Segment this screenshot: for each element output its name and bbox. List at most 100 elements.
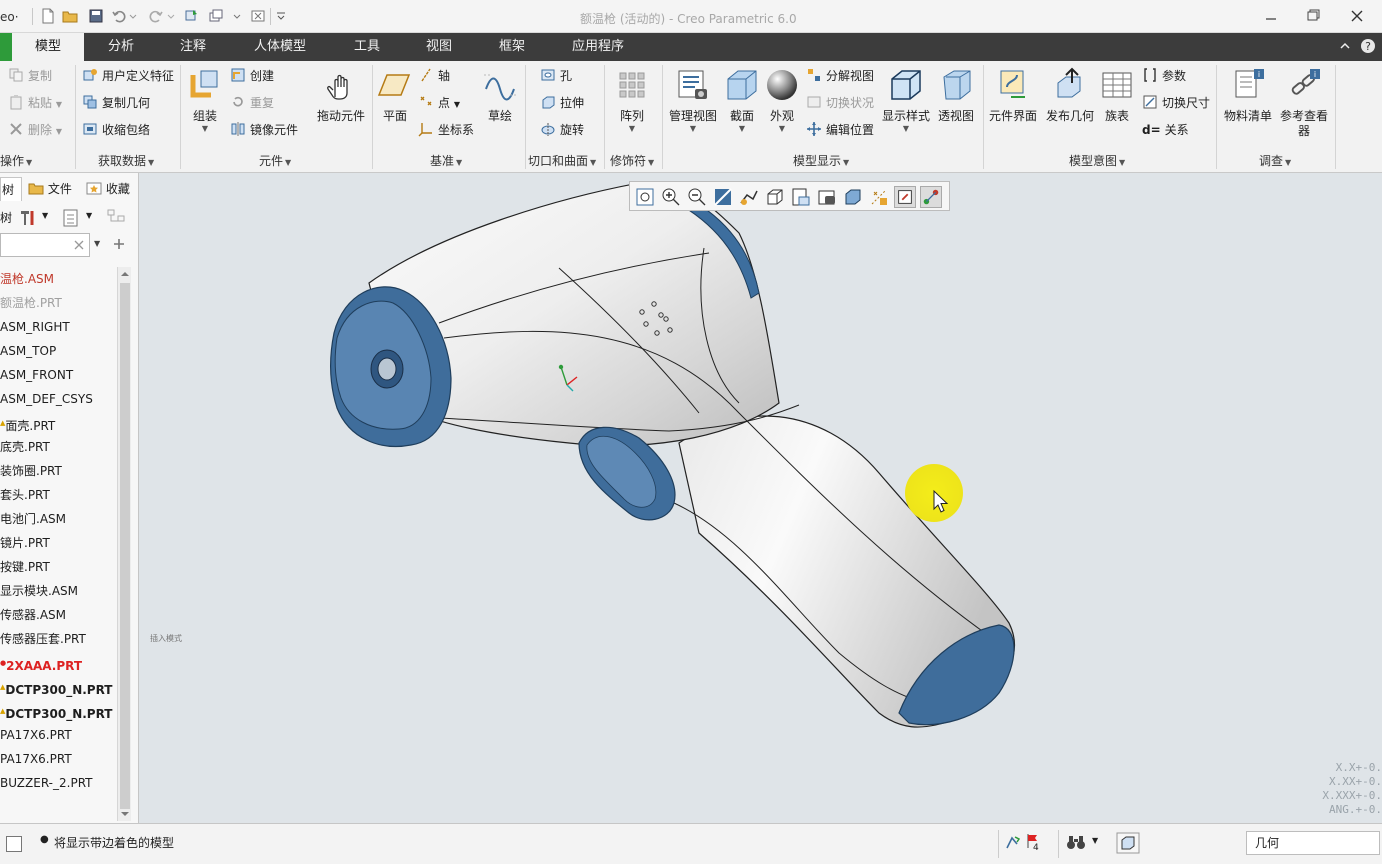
scroll-down-icon[interactable]: [120, 809, 130, 819]
tree-settings-tools-icon[interactable]: [18, 208, 38, 228]
collapse-ribbon-icon[interactable]: [1338, 39, 1352, 53]
tab-manikin[interactable]: 人体模型: [244, 33, 316, 61]
tree-item[interactable]: PA17X6.PRT: [0, 723, 72, 747]
zoom-in-icon[interactable]: [660, 186, 682, 208]
tree-item[interactable]: ▲DCTP300_N.PRT: [0, 675, 112, 699]
relations-button[interactable]: d= 关系: [1142, 119, 1189, 141]
panel-tab-favorites[interactable]: 收藏: [86, 177, 138, 201]
copy-geometry-button[interactable]: 复制几何: [82, 92, 150, 114]
clear-search-icon[interactable]: [73, 239, 85, 251]
tree-item[interactable]: ▲面壳.PRT: [0, 411, 55, 435]
drag-component-button[interactable]: 拖动元件: [312, 65, 370, 149]
revolve-button[interactable]: 旋转: [540, 119, 584, 141]
family-table-button[interactable]: 族表: [1096, 65, 1138, 149]
datum-display-filters-icon[interactable]: [868, 186, 890, 208]
scroll-thumb[interactable]: [120, 283, 130, 809]
extrude-button[interactable]: 拉伸: [540, 92, 584, 114]
annotation-display-icon[interactable]: [920, 186, 942, 208]
hole-button[interactable]: 孔: [540, 65, 572, 87]
mirror-component-button[interactable]: 镜像元件: [230, 119, 298, 141]
regenerate-icon[interactable]: [184, 8, 200, 24]
manage-views-button[interactable]: 管理视图 ▼: [664, 65, 722, 149]
close-window-icon[interactable]: [250, 8, 266, 24]
refit-icon[interactable]: [634, 186, 656, 208]
tree-item[interactable]: ▲DCTP300_N.PRT: [0, 699, 112, 723]
edit-position-button[interactable]: 编辑位置: [806, 119, 874, 141]
group-label-get-data[interactable]: 获取数据 ▼: [98, 152, 154, 169]
redo-dropdown-icon[interactable]: [166, 8, 176, 24]
shrinkwrap-button[interactable]: 收缩包络: [82, 119, 150, 141]
tree-item[interactable]: 传感器.ASM: [0, 603, 66, 627]
regen-manager-icon[interactable]: [1004, 834, 1022, 852]
perspective-button[interactable]: 透视图: [932, 65, 980, 149]
show-dropdown-icon[interactable]: ▼: [86, 211, 92, 220]
display-style-button[interactable]: 显示样式 ▼: [878, 65, 934, 149]
udf-button[interactable]: 用户定义特征: [82, 65, 174, 87]
tree-item[interactable]: ASM_DEF_CSYS: [0, 387, 93, 411]
windows-icon[interactable]: [208, 8, 224, 24]
close-icon[interactable]: [1340, 5, 1374, 27]
delete-dropdown-icon[interactable]: ▼: [56, 127, 62, 136]
delete-button[interactable]: 删除 ▼: [8, 119, 62, 141]
tab-annotate[interactable]: 注释: [162, 33, 224, 61]
zoom-out-icon[interactable]: [686, 186, 708, 208]
tab-model[interactable]: 模型: [12, 33, 84, 61]
component-interface-button[interactable]: 元件界面: [984, 65, 1042, 149]
add-icon[interactable]: [112, 237, 126, 251]
tab-analysis[interactable]: 分析: [90, 33, 152, 61]
tree-item[interactable]: BUZZER-_2.PRT: [0, 771, 93, 795]
tree-item[interactable]: 传感器压套.PRT: [0, 627, 86, 651]
selection-mode-cube-icon[interactable]: [1116, 832, 1140, 854]
assemble-button[interactable]: 组装 ▼: [178, 65, 232, 149]
graphics-window[interactable]: 插入模式 X.X+-0. X.XX+-0. X.XXX+-0. ANG.+-0.: [139, 173, 1382, 823]
panel-tab-tree[interactable]: 树: [0, 177, 22, 201]
spin-center-icon[interactable]: [894, 186, 916, 208]
paste-dropdown-icon[interactable]: ▼: [56, 100, 62, 109]
tree-settings-dropdown-icon[interactable]: ▼: [42, 211, 48, 220]
group-label-cuts-surfaces[interactable]: 切口和曲面 ▼: [528, 152, 596, 169]
tab-view[interactable]: 视图: [408, 33, 470, 61]
undo-dropdown-icon[interactable]: [128, 8, 138, 24]
windows-dropdown-icon[interactable]: [232, 8, 242, 24]
tree-item[interactable]: 装饰圈.PRT: [0, 459, 62, 483]
repaint-icon[interactable]: [712, 186, 734, 208]
tree-item[interactable]: ASM_RIGHT: [0, 315, 70, 339]
repeat-button[interactable]: 重复: [230, 92, 274, 114]
perspective-camera-icon[interactable]: [816, 186, 838, 208]
toggle-navigator-button[interactable]: [6, 836, 22, 852]
group-label-model-intent[interactable]: 模型意图 ▼: [1069, 152, 1125, 169]
tree-item[interactable]: 温枪.ASM: [0, 267, 54, 291]
group-label-modifiers[interactable]: 修饰符 ▼: [610, 152, 654, 169]
tree-item[interactable]: 电池门.ASM: [0, 507, 66, 531]
point-dropdown-icon[interactable]: ▼: [454, 100, 460, 109]
bom-button[interactable]: i 物料清单: [1219, 65, 1277, 149]
tab-tools[interactable]: 工具: [336, 33, 398, 61]
tab-applications[interactable]: 应用程序: [560, 33, 636, 61]
tree-scrollbar[interactable]: [117, 267, 131, 821]
explode-view-button[interactable]: 分解视图: [806, 65, 874, 87]
customize-toolbar-icon[interactable]: [276, 8, 286, 24]
help-icon[interactable]: ?: [1360, 38, 1376, 54]
appearance-button[interactable]: 外观 ▼: [762, 65, 802, 149]
create-component-button[interactable]: 创建: [230, 65, 274, 87]
tree-item[interactable]: 底壳.PRT: [0, 435, 50, 459]
saved-orientations-cube-icon[interactable]: [764, 186, 786, 208]
tree-search-input[interactable]: [0, 233, 90, 257]
new-file-icon[interactable]: [40, 8, 56, 24]
tree-item[interactable]: 套头.PRT: [0, 483, 50, 507]
find-dropdown-icon[interactable]: ▼: [1092, 836, 1098, 845]
show-columns-icon[interactable]: [62, 208, 80, 228]
minimize-icon[interactable]: [1254, 5, 1288, 27]
save-icon[interactable]: [88, 8, 104, 24]
group-label-operations[interactable]: 操作 ▼: [0, 152, 32, 169]
named-views-icon[interactable]: [738, 186, 760, 208]
section-button[interactable]: 截面 ▼: [720, 65, 764, 149]
group-label-datum[interactable]: 基准 ▼: [430, 152, 462, 169]
reference-viewer-button[interactable]: i 参考查看器: [1275, 65, 1333, 149]
point-button[interactable]: 点 ▼: [418, 92, 460, 114]
tree-item[interactable]: 额温枪.PRT: [0, 291, 62, 315]
find-binoculars-icon[interactable]: [1066, 833, 1086, 851]
tree-item[interactable]: ASM_FRONT: [0, 363, 73, 387]
axis-button[interactable]: 轴: [418, 65, 450, 87]
tree-item[interactable]: ASM_TOP: [0, 339, 56, 363]
